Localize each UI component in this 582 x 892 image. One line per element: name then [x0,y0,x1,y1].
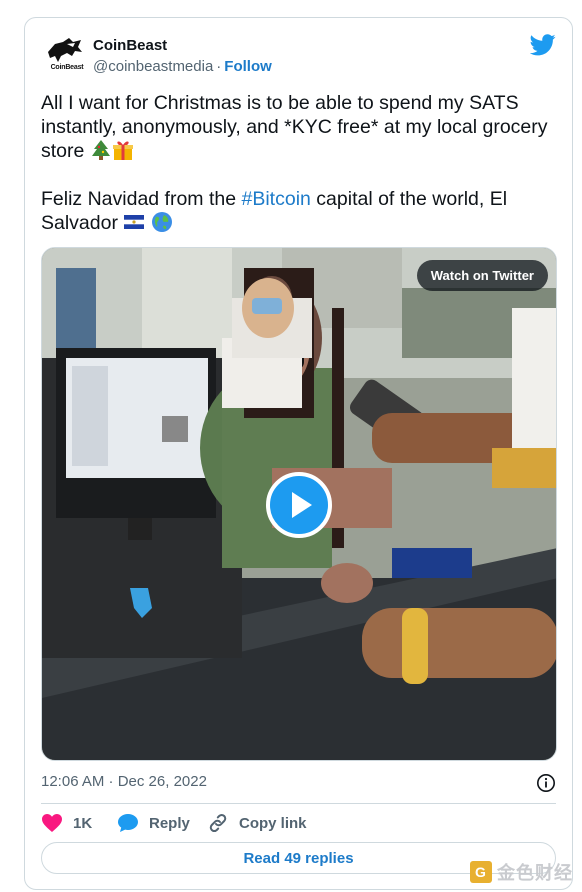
watermark-text: 金色财经 [497,863,573,883]
copy-link-label: Copy link [239,814,307,832]
copy-link-button[interactable]: Copy link [207,811,307,835]
author-handle[interactable]: @coinbeastmedia [93,58,213,75]
video-player[interactable]: Watch on Twitter [41,247,557,761]
play-icon [292,492,312,518]
watch-on-twitter-button[interactable]: Watch on Twitter [416,260,548,291]
avatar-label: CoinBeast [50,64,84,71]
timestamp-row: 12:06 AM · Dec 26, 2022 [41,773,556,795]
coinbeast-logo-icon [48,38,82,62]
watermark-logo-icon: G [470,861,492,883]
follow-button[interactable]: Follow [224,58,272,75]
watermark: G 金色财经 [470,858,582,886]
heart-icon [42,814,62,832]
globe-emoji [151,212,172,232]
author-name[interactable]: CoinBeast [93,37,167,54]
link-icon [209,813,227,833]
tweet-text: All I want for Christmas is to be able t… [41,91,556,235]
el-salvador-flag-emoji [124,215,145,229]
like-count: 1K [73,814,93,832]
tweet-text-line2-prefix: Feliz Navidad from the [41,188,242,210]
divider [41,803,556,804]
read-replies-label: Read 49 replies [243,849,354,867]
separator: · [216,58,222,75]
tweet-card: CoinBeast CoinBeast @coinbeastmedia · Foll… [24,17,573,890]
avatar[interactable]: CoinBeast [45,34,85,74]
tweet-timestamp[interactable]: 12:06 AM · Dec 26, 2022 [41,773,207,790]
handle-row: @coinbeastmedia · Follow [93,58,272,75]
action-bar: 1K Reply Copy link [41,811,556,835]
reply-button[interactable]: Reply [117,811,190,835]
reply-bubble-icon [118,814,138,832]
reply-label: Reply [149,814,190,832]
tweet-header: CoinBeast CoinBeast @coinbeastmedia · Foll… [41,34,556,78]
twitter-bird-icon[interactable] [530,34,556,56]
christmas-tree-emoji [91,140,110,160]
like-button[interactable]: 1K [41,811,92,835]
play-button[interactable] [266,472,332,538]
gift-emoji [112,141,133,160]
info-icon[interactable] [536,773,556,793]
hashtag-link[interactable]: #Bitcoin [242,188,311,210]
